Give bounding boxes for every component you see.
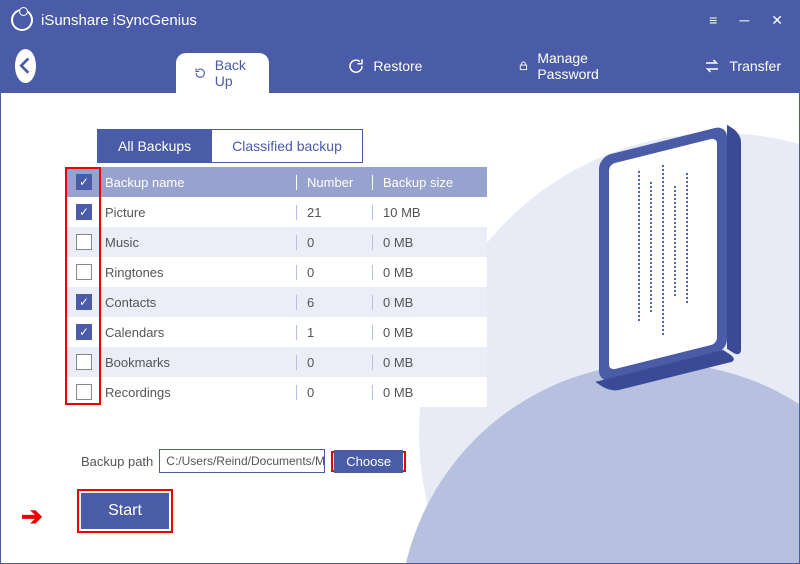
tab-transfer[interactable]: Transfer <box>685 49 799 83</box>
tab-password[interactable]: Manage Password <box>500 42 625 90</box>
chevron-left-icon <box>15 55 36 76</box>
minimize-icon[interactable]: ─ <box>739 12 749 29</box>
menu-icon[interactable]: ≡ <box>709 12 717 29</box>
col-header-number: Number <box>297 175 373 190</box>
highlight-start: Start <box>77 489 173 533</box>
lock-icon <box>518 57 529 75</box>
cell-size: 0 MB <box>373 355 487 370</box>
app-logo-icon <box>11 9 33 31</box>
table-row: Picture2110 MB <box>67 197 487 227</box>
table-row: Calendars10 MB <box>67 317 487 347</box>
cell-size: 0 MB <box>373 325 487 340</box>
table-row: Bookmarks00 MB <box>67 347 487 377</box>
backup-path-label: Backup path <box>81 454 153 469</box>
cell-size: 0 MB <box>373 295 487 310</box>
table-row: Music00 MB <box>67 227 487 257</box>
cell-number: 0 <box>297 265 373 280</box>
cell-size: 10 MB <box>373 205 487 220</box>
col-header-name: Backup name <box>101 175 297 190</box>
table-header: Backup name Number Backup size <box>67 167 487 197</box>
highlight-choose: Choose <box>331 451 406 472</box>
cell-name: Contacts <box>101 295 297 310</box>
select-all-checkbox[interactable] <box>76 174 92 190</box>
table-row: Ringtones00 MB <box>67 257 487 287</box>
row-checkbox[interactable] <box>76 264 92 280</box>
content-area: All Backups Classified backup Backup nam… <box>1 93 799 563</box>
table-row: Contacts60 MB <box>67 287 487 317</box>
backup-table: Backup name Number Backup size Picture21… <box>67 167 487 407</box>
cell-name: Music <box>101 235 297 250</box>
subtab-all-backups[interactable]: All Backups <box>97 129 212 163</box>
cell-size: 0 MB <box>373 385 487 400</box>
back-button[interactable] <box>15 49 36 83</box>
sub-tabs: All Backups Classified backup <box>97 129 363 163</box>
cell-size: 0 MB <box>373 265 487 280</box>
row-checkbox[interactable] <box>76 204 92 220</box>
row-checkbox[interactable] <box>76 384 92 400</box>
transfer-icon <box>703 57 721 75</box>
backup-icon <box>194 64 206 82</box>
cell-number: 1 <box>297 325 373 340</box>
cell-number: 0 <box>297 235 373 250</box>
close-icon[interactable]: ✕ <box>771 12 783 29</box>
cell-name: Ringtones <box>101 265 297 280</box>
col-header-size: Backup size <box>373 175 487 190</box>
tab-backup[interactable]: Back Up <box>176 53 269 93</box>
cell-size: 0 MB <box>373 235 487 250</box>
restore-icon <box>347 57 365 75</box>
cell-name: Recordings <box>101 385 297 400</box>
title-bar: iSunshare iSyncGenius ≡ ─ ✕ <box>1 1 799 39</box>
tab-restore-label: Restore <box>373 58 422 74</box>
backup-path-input[interactable]: C:/Users/Reind/Documents/My RTX F <box>159 449 325 473</box>
annotation-arrow-icon: ➔ <box>21 501 43 532</box>
cell-number: 21 <box>297 205 373 220</box>
table-row: Recordings00 MB <box>67 377 487 407</box>
phone-illustration <box>599 125 727 383</box>
cell-number: 0 <box>297 355 373 370</box>
backup-path-row: Backup path C:/Users/Reind/Documents/My … <box>81 449 406 473</box>
app-window: iSunshare iSyncGenius ≡ ─ ✕ Back Up Rest… <box>0 0 800 564</box>
tab-transfer-label: Transfer <box>729 58 781 74</box>
cell-number: 0 <box>297 385 373 400</box>
tab-backup-label: Back Up <box>215 57 252 89</box>
tab-password-label: Manage Password <box>537 50 607 82</box>
choose-button[interactable]: Choose <box>334 450 403 473</box>
nav-bar: Back Up Restore Manage Password Transfer <box>1 39 799 93</box>
subtab-classified[interactable]: Classified backup <box>212 129 363 163</box>
row-checkbox[interactable] <box>76 324 92 340</box>
start-button[interactable]: Start <box>81 493 169 529</box>
app-title: iSunshare iSyncGenius <box>41 12 709 29</box>
cell-name: Bookmarks <box>101 355 297 370</box>
cell-name: Calendars <box>101 325 297 340</box>
cell-name: Picture <box>101 205 297 220</box>
row-checkbox[interactable] <box>76 234 92 250</box>
cell-number: 6 <box>297 295 373 310</box>
row-checkbox[interactable] <box>76 354 92 370</box>
tab-restore[interactable]: Restore <box>329 49 440 83</box>
row-checkbox[interactable] <box>76 294 92 310</box>
